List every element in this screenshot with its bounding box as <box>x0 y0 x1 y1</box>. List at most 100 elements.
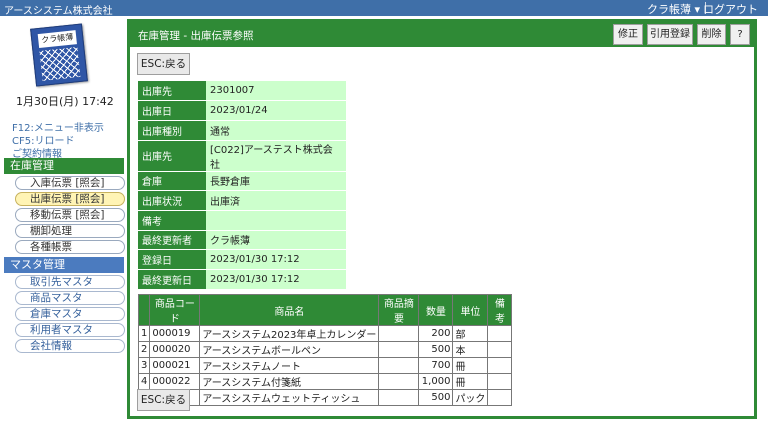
detail-row: 最終更新日 2023/01/30 17:12 <box>138 269 346 290</box>
column-header: 商品摘要 <box>378 294 420 326</box>
detail-value: 長野倉庫 <box>206 171 346 192</box>
detail-row: 最終更新者 クラ帳薄 <box>138 230 346 251</box>
table-cell: 4 <box>137 373 151 390</box>
table-row[interactable]: 1 000019 アースシステム2023年卓上カレンダー 200 部 <box>137 325 513 342</box>
table-cell <box>487 341 513 358</box>
page-title: 在庫管理 - 出庫伝票参照 <box>138 30 254 42</box>
table-cell <box>487 357 513 374</box>
table-cell: 冊 <box>452 373 489 390</box>
detail-row: 出庫先 [C022]アーステスト株式会社 <box>138 140 346 172</box>
table-cell <box>487 389 513 406</box>
table-row[interactable]: 2 000020 アースシステムボールペン 500 本 <box>137 341 513 358</box>
detail-row: 出庫先 2301007 <box>138 81 346 102</box>
menu-item-receipt[interactable]: 入庫伝票 [照会] <box>15 176 125 190</box>
table-cell: 2 <box>137 341 151 358</box>
table-cell: 700 <box>418 357 454 374</box>
detail-row: 出庫種別 通常 <box>138 120 346 141</box>
detail-value: 2023/01/30 17:12 <box>206 269 346 290</box>
column-header: 商品コード <box>149 294 201 326</box>
detail-label: 登録日 <box>138 249 206 270</box>
detail-label: 備考 <box>138 210 206 231</box>
main-panel: 在庫管理 - 出庫伝票参照 修正 引用登録 削除 ? ESC:戻る 出庫先 230… <box>127 19 757 419</box>
menu-item-company[interactable]: 会社情報 <box>15 339 125 353</box>
section-master[interactable]: マスタ管理 <box>4 257 124 273</box>
menu-item-shipment[interactable]: 出庫伝票 [照会] <box>15 192 125 206</box>
menu-item-warehouses[interactable]: 倉庫マスタ <box>15 307 125 321</box>
logo-label: クラ帳薄 <box>37 30 77 49</box>
table-cell: 000019 <box>149 325 201 342</box>
detail-label: 最終更新者 <box>138 230 206 251</box>
table-cell: 000022 <box>149 373 201 390</box>
detail-label: 出庫先 <box>138 140 206 172</box>
detail-label: 出庫先 <box>138 81 206 102</box>
table-cell: 1 <box>137 325 151 342</box>
table-cell: 本 <box>452 341 489 358</box>
detail-value: 2023/01/30 17:12 <box>206 249 346 270</box>
table-cell: アースシステムウェットティッシュ <box>199 389 380 406</box>
items-table: 商品コード 商品名 商品摘要 数量 単位 備考 1 000019 アースシステム2023年卓上… <box>137 294 513 406</box>
detail-row: 出庫状況 出庫済 <box>138 190 346 211</box>
detail-label: 出庫状況 <box>138 190 206 211</box>
table-cell <box>487 325 513 342</box>
column-header: 商品名 <box>199 294 380 326</box>
detail-value: [C022]アーステスト株式会社 <box>206 140 346 172</box>
column-header: 単位 <box>452 294 489 326</box>
table-cell: 000021 <box>149 357 201 374</box>
detail-value: クラ帳薄 <box>206 230 346 251</box>
user-menu[interactable]: クラ帳薄 ▾ <box>647 1 700 17</box>
copy-register-button[interactable]: 引用登録 <box>647 24 693 45</box>
company-name: アースシステム株式会社 <box>4 6 113 17</box>
panel-header: 在庫管理 - 出庫伝票参照 修正 引用登録 削除 ? <box>130 22 754 47</box>
table-cell <box>378 357 420 374</box>
detail-label: 出庫種別 <box>138 120 206 141</box>
back-button-bottom[interactable]: ESC:戻る <box>137 389 190 411</box>
menu-item-stocktake[interactable]: 棚卸処理 <box>15 224 125 238</box>
table-cell: パック <box>452 389 489 406</box>
logout-link[interactable]: ログアウト <box>703 1 758 17</box>
menu-item-partners[interactable]: 取引先マスタ <box>15 275 125 289</box>
column-header: 数量 <box>418 294 454 326</box>
menu-item-reports[interactable]: 各種帳票 <box>15 240 125 254</box>
delete-button[interactable]: 削除 <box>697 24 726 45</box>
table-cell <box>378 325 420 342</box>
table-cell: アースシステム付箋紙 <box>199 373 380 390</box>
detail-row: 出庫日 2023/01/24 <box>138 100 346 121</box>
logo-pattern <box>39 47 81 81</box>
detail-label: 出庫日 <box>138 100 206 121</box>
table-cell: アースシステムボールペン <box>199 341 380 358</box>
detail-value: 通常 <box>206 120 346 141</box>
detail-row: 倉庫 長野倉庫 <box>138 171 346 192</box>
section-inventory[interactable]: 在庫管理 <box>4 158 124 174</box>
table-cell: 500 <box>418 389 454 406</box>
menu-item-users[interactable]: 利用者マスタ <box>15 323 125 337</box>
table-cell: 冊 <box>452 357 489 374</box>
detail-value: 出庫済 <box>206 190 346 211</box>
menu-item-products[interactable]: 商品マスタ <box>15 291 125 305</box>
detail-row: 備考 <box>138 210 346 231</box>
table-cell: 200 <box>418 325 454 342</box>
current-datetime: 1月30日(月) 17:42 <box>16 95 114 108</box>
table-cell: 500 <box>418 341 454 358</box>
column-header <box>137 294 151 326</box>
detail-label: 最終更新日 <box>138 269 206 290</box>
edit-button[interactable]: 修正 <box>613 24 643 45</box>
app-logo: クラ帳薄 <box>30 23 88 87</box>
back-button-top[interactable]: ESC:戻る <box>137 53 190 75</box>
table-cell: 1,000 <box>418 373 454 390</box>
detail-value: 2023/01/24 <box>206 100 346 121</box>
help-button[interactable]: ? <box>730 24 750 45</box>
table-cell: 3 <box>137 357 151 374</box>
detail-table: 出庫先 2301007 出庫日 2023/01/24 出庫種別 通常 出庫先 [C022]アー… <box>138 81 346 290</box>
table-cell: アースシステムノート <box>199 357 380 374</box>
column-header: 備考 <box>487 294 513 326</box>
table-row[interactable]: 5000023アースシステムウェットティッシュ500パック <box>137 389 513 406</box>
table-cell: アースシステム2023年卓上カレンダー <box>199 325 380 342</box>
detail-value: 2301007 <box>206 81 346 102</box>
table-cell <box>487 373 513 390</box>
table-row[interactable]: 3 000021 アースシステムノート 700 冊 <box>137 357 513 374</box>
table-cell <box>378 373 420 390</box>
top-bar: アースシステム株式会社 クラ帳薄 ▾ ログアウト <box>0 0 768 17</box>
menu-item-transfer[interactable]: 移動伝票 [照会] <box>15 208 125 222</box>
detail-label: 倉庫 <box>138 171 206 192</box>
table-row[interactable]: 4 000022 アースシステム付箋紙 1,000 冊 <box>137 373 513 390</box>
